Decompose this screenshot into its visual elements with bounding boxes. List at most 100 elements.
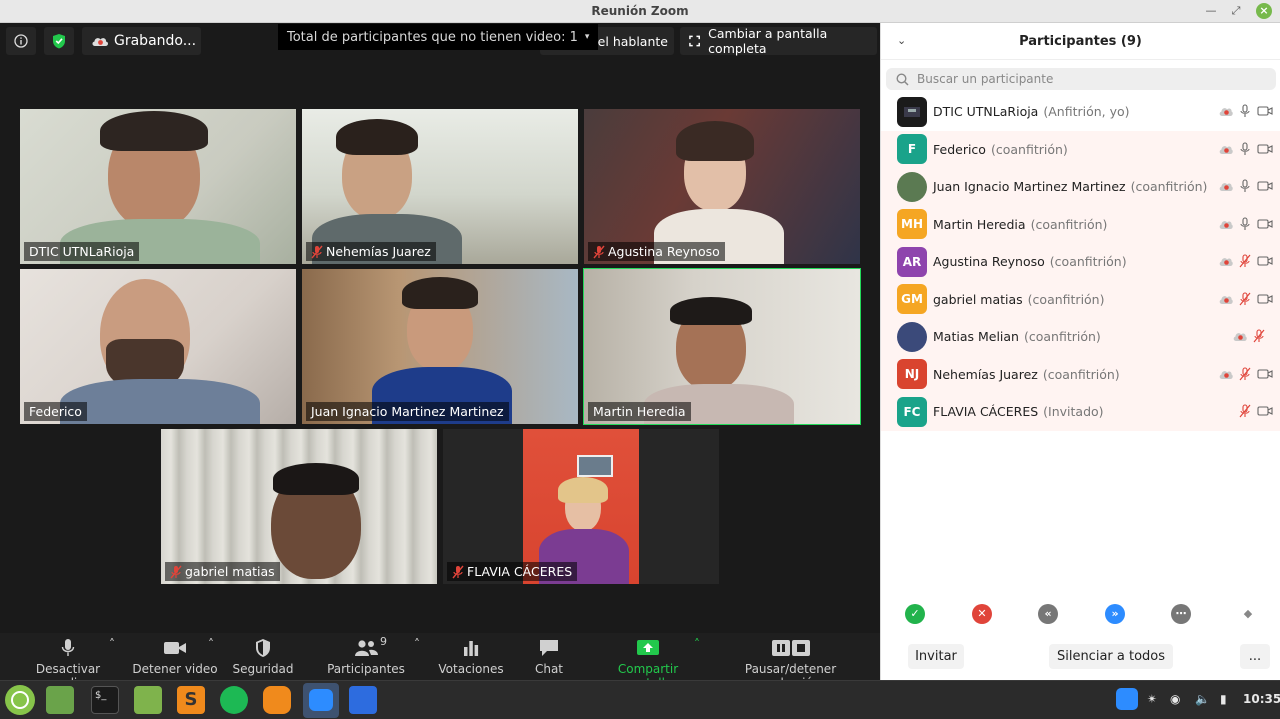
- participant-row[interactable]: FC FLAVIA CÁCERES (Invitado): [881, 393, 1280, 431]
- minimize-icon[interactable]: —: [1203, 3, 1219, 19]
- tile-nametag: FLAVIA CÁCERES: [447, 562, 578, 581]
- video-tile[interactable]: DTIC UTNLaRioja: [20, 109, 296, 264]
- tile-name: gabriel matias: [185, 564, 275, 579]
- camera-icon[interactable]: [1257, 218, 1273, 230]
- participant-row[interactable]: Matias Melian (coanfitrión): [881, 318, 1280, 356]
- close-icon[interactable]: ×: [1256, 3, 1272, 19]
- mic-icon[interactable]: [1239, 141, 1251, 156]
- battery-icon[interactable]: ▮: [1220, 692, 1227, 706]
- video-tile[interactable]: Federico: [20, 269, 296, 424]
- tile-name: DTIC UTNLaRioja: [29, 244, 135, 259]
- window-titlebar: Reunión Zoom — ⤢ ×: [0, 0, 1280, 23]
- camera-icon[interactable]: [1257, 405, 1273, 417]
- zoom-tray-icon[interactable]: [1116, 688, 1138, 710]
- participants-options-caret-icon[interactable]: ˄: [414, 637, 420, 651]
- volume-icon[interactable]: 🔈: [1195, 692, 1210, 706]
- participant-row[interactable]: GM gabriel matias (coanfitrión): [881, 280, 1280, 318]
- files-folder-icon[interactable]: [134, 686, 162, 714]
- tile-nametag: gabriel matias: [165, 562, 280, 581]
- tile-name: Federico: [29, 404, 82, 419]
- video-tile[interactable]: Juan Ignacio Martinez Martinez: [302, 269, 578, 424]
- bluetooth-icon[interactable]: ✴: [1147, 692, 1157, 706]
- participant-search-input[interactable]: Buscar un participante: [886, 68, 1276, 90]
- participant-row[interactable]: F Federico (coanfitrión): [881, 130, 1280, 168]
- polls-button[interactable]: Votaciones: [438, 637, 504, 676]
- avatar: AR: [897, 246, 927, 277]
- mint-menu-icon[interactable]: [5, 685, 35, 715]
- mic-muted-icon[interactable]: [1239, 404, 1251, 418]
- video-tile-active-speaker[interactable]: Martin Heredia: [583, 268, 861, 425]
- participant-row[interactable]: Juan Ignacio Martinez Martinez (coanfitr…: [881, 168, 1280, 206]
- avatar: MH: [897, 209, 927, 240]
- avatar: FC: [897, 396, 927, 427]
- video-tile[interactable]: FLAVIA CÁCERES: [443, 429, 719, 584]
- invite-button[interactable]: Invitar: [908, 644, 964, 669]
- more-options-button[interactable]: ...: [1240, 644, 1270, 669]
- participant-row[interactable]: AR Agustina Reynoso (coanfitrión): [881, 243, 1280, 281]
- no-x-icon[interactable]: ✕: [972, 604, 992, 624]
- mic-muted-icon[interactable]: [1253, 329, 1265, 343]
- mic-icon[interactable]: [1239, 179, 1251, 193]
- mute-all-button[interactable]: Silenciar a todos: [1049, 644, 1173, 669]
- recording-indicator[interactable]: Grabando...: [82, 27, 201, 55]
- participant-row[interactable]: NJ Nehemías Juarez (coanfitrión): [881, 355, 1280, 393]
- camera-icon[interactable]: [1257, 255, 1273, 267]
- camera-icon[interactable]: [1257, 143, 1273, 155]
- participants-button[interactable]: 9 Participantes: [326, 635, 406, 676]
- sublime-text-icon[interactable]: S: [177, 686, 205, 714]
- search-icon: [896, 72, 909, 86]
- mic-muted-icon[interactable]: [1239, 291, 1251, 306]
- camera-icon[interactable]: [1257, 105, 1273, 117]
- no-video-tooltip: Total de participantes que no tienen vid…: [278, 24, 599, 50]
- go-faster-icon[interactable]: »: [1105, 604, 1125, 624]
- clear-feedback-eraser-icon[interactable]: ◆: [1238, 604, 1258, 624]
- participants-icon: [355, 640, 378, 656]
- avatar: [897, 321, 927, 352]
- meeting-info-icon[interactable]: [6, 27, 36, 55]
- fullscreen-button[interactable]: Cambiar a pantalla completa: [680, 26, 877, 56]
- cloud-record-icon: [92, 38, 109, 46]
- participant-row[interactable]: DTIC UTNLaRioja (Anfitrión, yo): [881, 93, 1280, 131]
- mic-icon[interactable]: [1239, 216, 1251, 231]
- security-button[interactable]: Seguridad: [232, 637, 294, 676]
- mic-muted-icon: [311, 245, 323, 258]
- more-feedback-icon[interactable]: ⋯: [1171, 604, 1191, 624]
- participant-row[interactable]: MH Martin Heredia (coanfitrión): [881, 205, 1280, 243]
- audio-options-caret-icon[interactable]: ˄: [109, 637, 115, 651]
- terminal-icon[interactable]: $_: [91, 686, 119, 714]
- mic-icon[interactable]: [1239, 104, 1251, 118]
- video-tile[interactable]: Nehemías Juarez: [302, 109, 578, 264]
- mic-muted-icon[interactable]: [1239, 366, 1251, 381]
- zoom-app-icon[interactable]: [303, 683, 339, 718]
- participant-name: FLAVIA CÁCERES: [933, 404, 1039, 420]
- video-tile[interactable]: Agustina Reynoso: [584, 109, 860, 264]
- go-slower-icon[interactable]: «: [1038, 604, 1058, 624]
- maximize-icon[interactable]: ⤢: [1228, 3, 1244, 19]
- chat-button[interactable]: Chat: [530, 637, 568, 676]
- panel-title: Participantes (9): [1019, 34, 1142, 49]
- share-options-caret-icon[interactable]: ˄: [694, 637, 700, 651]
- wifi-icon[interactable]: ◉: [1170, 692, 1180, 706]
- mic-muted-icon[interactable]: [1239, 254, 1251, 268]
- tile-name: Nehemías Juarez: [326, 244, 431, 259]
- show-desktop-icon[interactable]: [46, 686, 74, 714]
- meeting-toolbar: Desactivar audio ˄ Detener video ˄ Segur…: [0, 633, 880, 690]
- yes-check-icon[interactable]: ✓: [905, 604, 925, 624]
- camera-icon[interactable]: [1257, 293, 1273, 305]
- clock: 10:35: [1243, 692, 1280, 706]
- spotify-icon[interactable]: [220, 686, 248, 714]
- firefox-icon[interactable]: [263, 686, 291, 714]
- camera-app-icon[interactable]: [349, 686, 377, 714]
- participant-role: (Invitado): [1043, 404, 1104, 420]
- participant-name: DTIC UTNLaRioja: [933, 104, 1039, 120]
- tile-nametag: DTIC UTNLaRioja: [24, 242, 140, 261]
- camera-icon[interactable]: [1257, 368, 1273, 380]
- video-tile[interactable]: gabriel matias: [161, 429, 437, 584]
- security-shield-icon[interactable]: [44, 27, 74, 55]
- stop-video-button[interactable]: Detener video: [132, 637, 218, 676]
- video-options-caret-icon[interactable]: ˄: [208, 637, 214, 651]
- participant-role: (coanfitrión): [1042, 366, 1120, 382]
- tile-name: Martin Heredia: [593, 404, 686, 419]
- avatar: GM: [897, 284, 927, 315]
- camera-icon[interactable]: [1257, 180, 1273, 192]
